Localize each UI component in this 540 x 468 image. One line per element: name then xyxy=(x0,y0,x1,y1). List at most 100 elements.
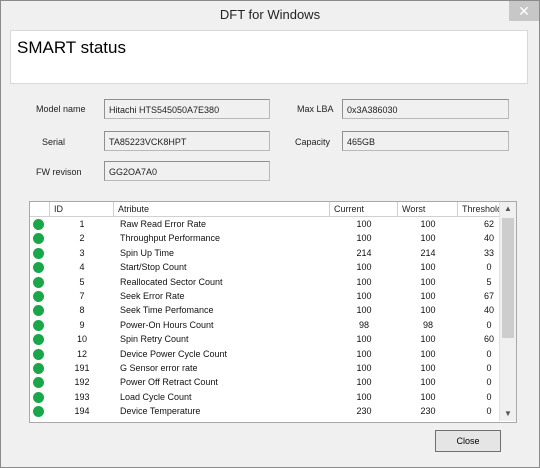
table-row[interactable]: 194 Device Temperature 230 230 0 xyxy=(30,404,500,418)
status-ok-icon xyxy=(33,362,44,374)
maxlba-field: 0x3A386030 xyxy=(342,99,509,119)
cell-attribute: Power-On Hours Count xyxy=(120,319,214,330)
window-title: DFT for Windows xyxy=(219,7,321,22)
scroll-up-icon[interactable]: ▲ xyxy=(500,202,516,216)
cell-attribute: Load Cycle Count xyxy=(120,391,192,402)
cell-id: 12 xyxy=(76,348,87,359)
table-row[interactable]: 192 Power Off Retract Count 100 100 0 xyxy=(30,375,500,389)
cell-attribute: Raw Read Error Rate xyxy=(120,219,207,229)
serial-field: TA85223VCK8HPT xyxy=(104,131,270,151)
close-button[interactable]: Close xyxy=(435,430,501,452)
cell-current: 100 xyxy=(356,348,372,359)
table-row[interactable]: 1 Raw Read Error Rate 100 100 62 xyxy=(30,217,500,231)
status-ok-icon xyxy=(33,319,44,331)
cell-worst: 100 xyxy=(420,334,436,345)
cell-current: 100 xyxy=(356,377,372,388)
table-row[interactable]: 5 Reallocated Sector Count 100 100 5 xyxy=(30,275,500,289)
cell-worst: 100 xyxy=(420,377,436,388)
table-row[interactable]: 9 Power-On Hours Count 98 98 0 xyxy=(30,318,500,332)
title-bar: DFT for Windows ✕ xyxy=(1,1,539,29)
fw-label: FW revison xyxy=(36,167,82,177)
cell-current: 100 xyxy=(356,305,372,316)
cell-id: 9 xyxy=(79,319,85,330)
cell-current: 100 xyxy=(356,233,372,244)
table-row[interactable]: 193 Load Cycle Count 100 100 0 xyxy=(30,390,500,404)
table-row[interactable]: 3 Spin Up Time 214 214 33 xyxy=(30,246,500,260)
header-current[interactable]: Current xyxy=(330,202,398,216)
cell-worst: 100 xyxy=(420,348,436,359)
cell-attribute: Seek Error Rate xyxy=(120,290,185,301)
cell-worst: 100 xyxy=(420,233,436,244)
cell-current: 100 xyxy=(356,362,372,373)
cell-worst: 100 xyxy=(420,305,436,316)
table-row[interactable]: 2 Throughput Performance 100 100 40 xyxy=(30,231,500,245)
cell-id: 192 xyxy=(74,377,90,388)
cell-id: 7 xyxy=(79,290,85,301)
cell-attribute: Spin Retry Count xyxy=(120,334,189,345)
cell-id: 193 xyxy=(74,391,90,402)
table-row[interactable]: 8 Seek Time Perfomance 100 100 40 xyxy=(30,303,500,317)
maxlba-label: Max LBA xyxy=(297,104,334,114)
page-title: SMART status xyxy=(17,38,126,57)
cell-id: 2 xyxy=(79,233,85,244)
table-row[interactable]: 7 Seek Error Rate 100 100 67 xyxy=(30,289,500,303)
cell-current: 100 xyxy=(356,262,372,273)
cell-attribute: Spin Up Time xyxy=(120,247,175,258)
cell-current: 214 xyxy=(356,247,372,258)
cell-worst: 230 xyxy=(420,406,436,417)
cell-attribute: Device Power Cycle Count xyxy=(120,348,228,359)
status-ok-icon xyxy=(33,219,44,230)
status-ok-icon xyxy=(33,276,44,288)
cell-attribute: Throughput Performance xyxy=(120,233,221,244)
table-row[interactable]: 10 Spin Retry Count 100 100 60 xyxy=(30,332,500,346)
cell-id: 10 xyxy=(76,334,87,345)
status-ok-icon xyxy=(33,391,44,403)
cell-attribute: Reallocated Sector Count xyxy=(120,276,223,287)
smart-table[interactable]: ID Atribute Current Worst Threshold 1 Raw… xyxy=(29,201,517,423)
table-row[interactable]: 191 G Sensor error rate 100 100 0 xyxy=(30,361,500,375)
model-field: Hitachi HTS545050A7E380 xyxy=(104,99,270,119)
cell-current: 100 xyxy=(356,276,372,287)
cell-worst: 100 xyxy=(420,391,436,402)
scroll-thumb[interactable] xyxy=(502,218,514,338)
cell-id: 4 xyxy=(79,262,85,273)
cell-worst: 100 xyxy=(420,219,436,229)
capacity-label: Capacity xyxy=(295,137,331,147)
cell-id: 5 xyxy=(79,276,85,287)
status-ok-icon xyxy=(33,348,44,360)
cell-current: 100 xyxy=(356,219,372,229)
table-body: 1 Raw Read Error Rate 100 100 62 2 Throughput … xyxy=(30,217,500,418)
cell-current: 100 xyxy=(356,290,372,301)
cell-current: 100 xyxy=(356,391,372,402)
cell-current: 230 xyxy=(356,406,372,417)
cell-attribute: G Sensor error rate xyxy=(120,362,198,373)
cell-id: 8 xyxy=(79,305,85,316)
status-ok-icon xyxy=(33,406,44,418)
status-ok-icon xyxy=(33,377,44,389)
table-header: ID Atribute Current Worst Threshold xyxy=(30,202,502,217)
scroll-down-icon[interactable]: ▼ xyxy=(500,407,516,421)
header-attribute[interactable]: Atribute xyxy=(114,202,330,216)
header-worst[interactable]: Worst xyxy=(398,202,458,216)
vertical-scrollbar[interactable]: ▲ ▼ xyxy=(499,202,516,421)
cell-worst: 98 xyxy=(422,319,433,330)
serial-label: Serial xyxy=(42,137,66,147)
cell-id: 1 xyxy=(79,219,85,229)
status-ok-icon xyxy=(33,305,44,317)
cell-attribute: Power Off Retract Count xyxy=(120,377,218,388)
cell-worst: 100 xyxy=(420,276,436,287)
header-id[interactable]: ID xyxy=(50,202,114,216)
cell-worst: 100 xyxy=(420,362,436,373)
fw-field: GG2OA7A0 xyxy=(104,161,270,181)
table-row[interactable]: 4 Start/Stop Count 100 100 0 xyxy=(30,260,500,274)
cell-id: 3 xyxy=(79,247,85,258)
model-label: Model name xyxy=(36,104,86,114)
table-row[interactable]: 12 Device Power Cycle Count 100 100 0 xyxy=(30,347,500,361)
capacity-field: 465GB xyxy=(342,131,509,151)
cell-worst: 100 xyxy=(420,290,436,301)
status-ok-icon xyxy=(33,334,44,346)
status-ok-icon xyxy=(33,247,44,259)
cell-worst: 100 xyxy=(420,262,436,273)
close-icon[interactable]: ✕ xyxy=(509,1,539,21)
cell-attribute: Seek Time Perfomance xyxy=(120,305,214,316)
